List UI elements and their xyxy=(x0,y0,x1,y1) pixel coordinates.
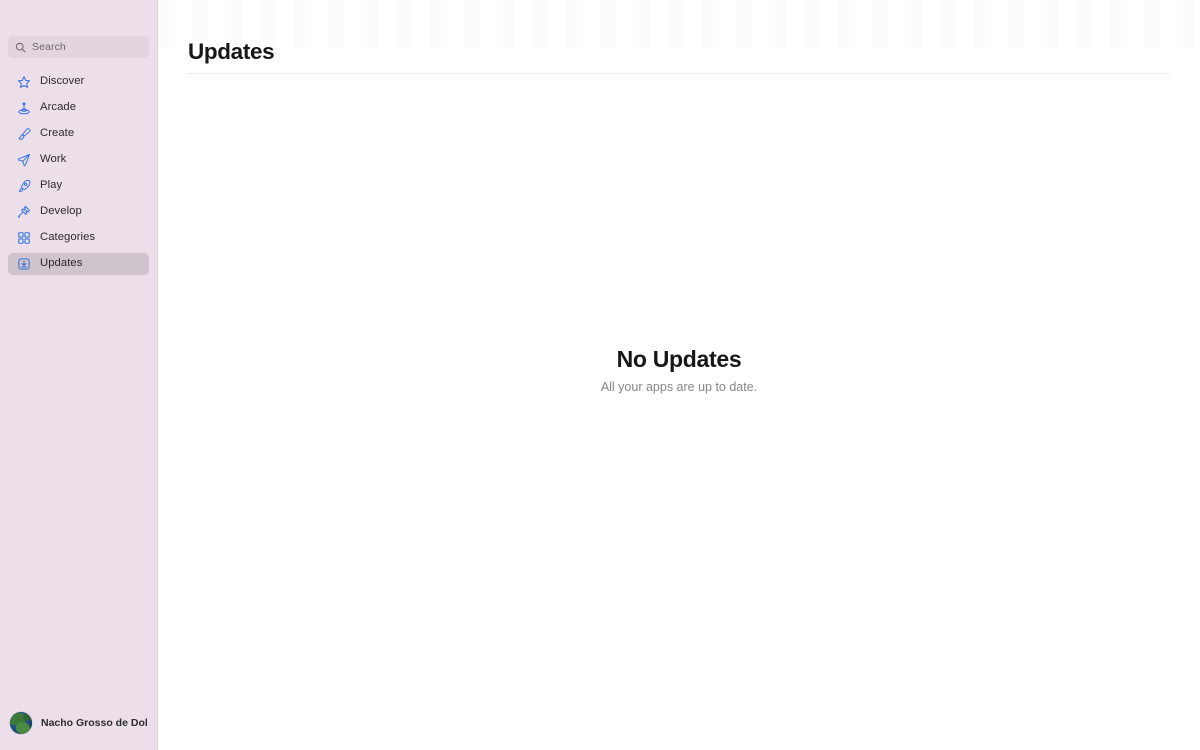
sidebar-item-label: Play xyxy=(40,179,63,192)
sidebar-item-label: Arcade xyxy=(40,101,77,114)
rocket-icon xyxy=(16,179,31,194)
sidebar-item-updates[interactable]: Updates xyxy=(8,253,149,275)
paper-plane-icon xyxy=(16,153,31,168)
sidebar-item-work[interactable]: Work xyxy=(8,149,149,171)
search-container: Search xyxy=(0,0,157,58)
sidebar-item-arcade[interactable]: Arcade xyxy=(8,97,149,119)
download-icon xyxy=(16,257,31,272)
empty-state-title: No Updates xyxy=(616,345,742,372)
sidebar-item-label: Updates xyxy=(40,257,83,270)
sidebar-item-discover[interactable]: Discover xyxy=(8,71,149,93)
paintbrush-icon xyxy=(16,127,31,142)
joystick-icon xyxy=(16,101,31,116)
sidebar-item-create[interactable]: Create xyxy=(8,123,149,145)
sidebar-item-label: Develop xyxy=(40,205,82,218)
empty-state: No Updates All your apps are up to date. xyxy=(158,0,1200,750)
search-placeholder-text: Search xyxy=(32,40,66,53)
sidebar-nav: Discover Arcade Create Work Play Develop… xyxy=(0,71,157,275)
avatar xyxy=(10,712,32,734)
search-icon xyxy=(15,42,26,53)
sidebar-item-label: Categories xyxy=(40,231,96,244)
hammer-icon xyxy=(16,205,31,220)
star-icon xyxy=(16,75,31,90)
app-window: Search Discover Arcade Create Work Play … xyxy=(0,0,1200,750)
sidebar: Search Discover Arcade Create Work Play … xyxy=(0,0,158,750)
empty-state-subtitle: All your apps are up to date. xyxy=(600,380,758,395)
main-content: Updates No Updates All your apps are up … xyxy=(158,0,1200,750)
sidebar-item-label: Work xyxy=(40,153,67,166)
sidebar-item-categories[interactable]: Categories xyxy=(8,227,149,249)
sidebar-item-label: Discover xyxy=(40,75,85,88)
sidebar-item-play[interactable]: Play xyxy=(8,175,149,197)
sidebar-item-label: Create xyxy=(40,127,75,140)
search-input[interactable]: Search xyxy=(8,36,149,58)
profile-name: Nacho Grosso de Dola... xyxy=(41,717,147,729)
user-profile[interactable]: Nacho Grosso de Dola... xyxy=(0,704,157,750)
sidebar-item-develop[interactable]: Develop xyxy=(8,201,149,223)
grid-icon xyxy=(16,231,31,246)
